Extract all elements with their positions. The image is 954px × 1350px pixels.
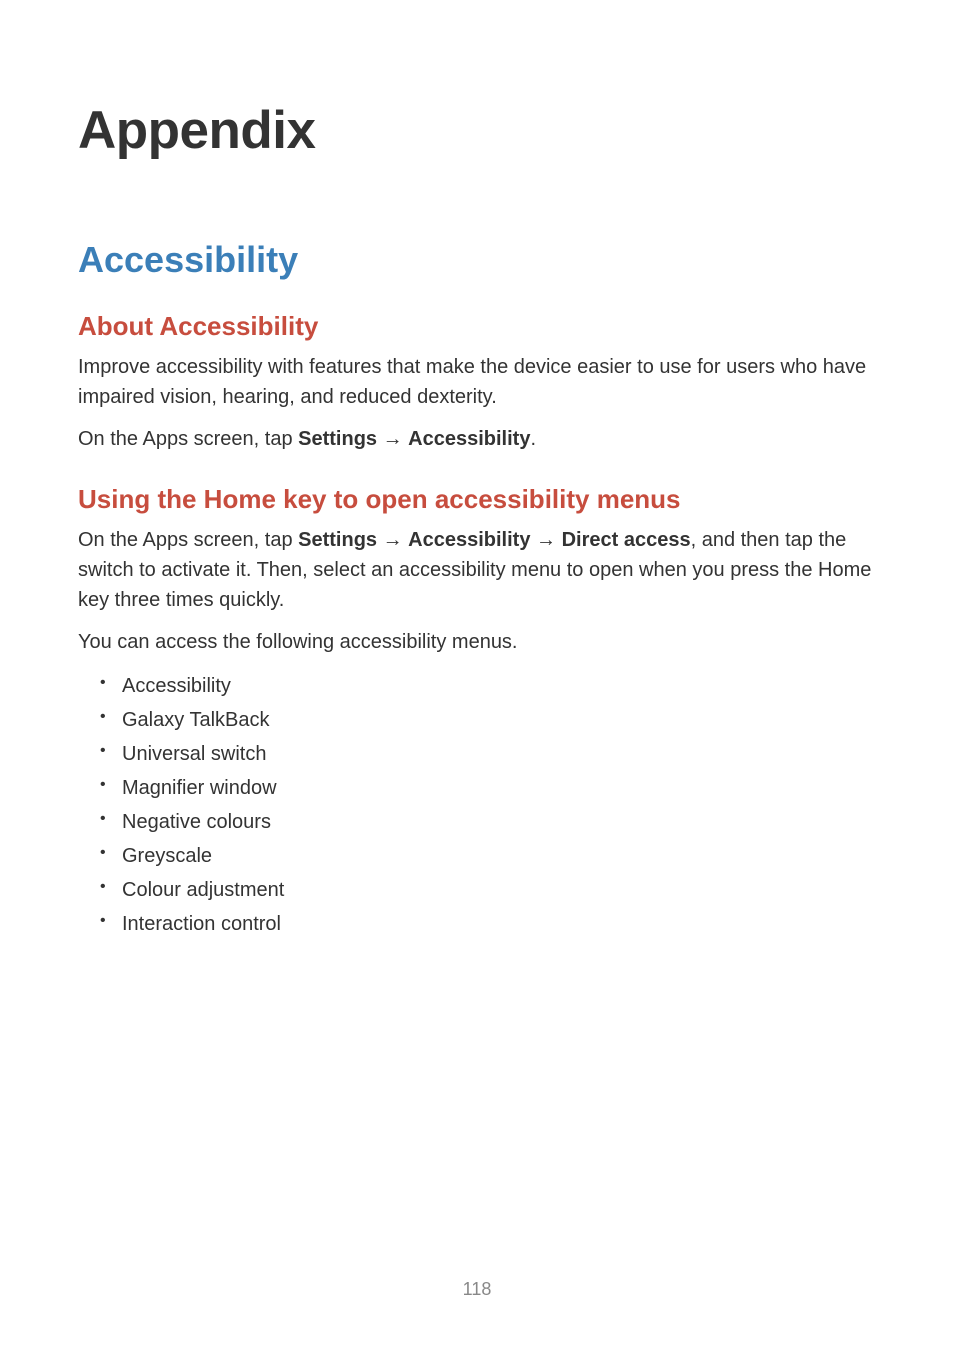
section-title: Accessibility — [78, 239, 876, 281]
bold-direct-access: Direct access — [562, 529, 691, 551]
list-item: Accessibility — [106, 669, 876, 703]
arrow-icon: → — [377, 529, 408, 551]
bold-accessibility: Accessibility — [408, 428, 530, 450]
bold-accessibility: Accessibility — [408, 529, 530, 551]
page-number: 118 — [463, 1279, 492, 1300]
subsection-about-accessibility: About Accessibility — [78, 311, 876, 342]
subsection-home-key: Using the Home key to open accessibility… — [78, 484, 876, 515]
arrow-icon: → — [530, 529, 561, 551]
list-item: Galaxy TalkBack — [106, 703, 876, 737]
paragraph-homekey-1: On the Apps screen, tap Settings → Acces… — [78, 525, 876, 615]
text-fragment: . — [530, 428, 536, 450]
paragraph-about-2: On the Apps screen, tap Settings → Acces… — [78, 424, 876, 454]
paragraph-homekey-2: You can access the following accessibili… — [78, 627, 876, 657]
accessibility-menu-list: Accessibility Galaxy TalkBack Universal … — [78, 669, 876, 941]
list-item: Greyscale — [106, 839, 876, 873]
chapter-title: Appendix — [78, 100, 876, 161]
list-item: Negative colours — [106, 805, 876, 839]
list-item: Universal switch — [106, 737, 876, 771]
bold-settings: Settings — [298, 529, 377, 551]
bold-settings: Settings — [298, 428, 377, 450]
paragraph-about-1: Improve accessibility with features that… — [78, 352, 876, 412]
text-fragment: On the Apps screen, tap — [78, 428, 298, 450]
arrow-icon: → — [377, 428, 408, 450]
text-fragment: On the Apps screen, tap — [78, 529, 298, 551]
list-item: Interaction control — [106, 907, 876, 941]
list-item: Colour adjustment — [106, 873, 876, 907]
list-item: Magnifier window — [106, 771, 876, 805]
